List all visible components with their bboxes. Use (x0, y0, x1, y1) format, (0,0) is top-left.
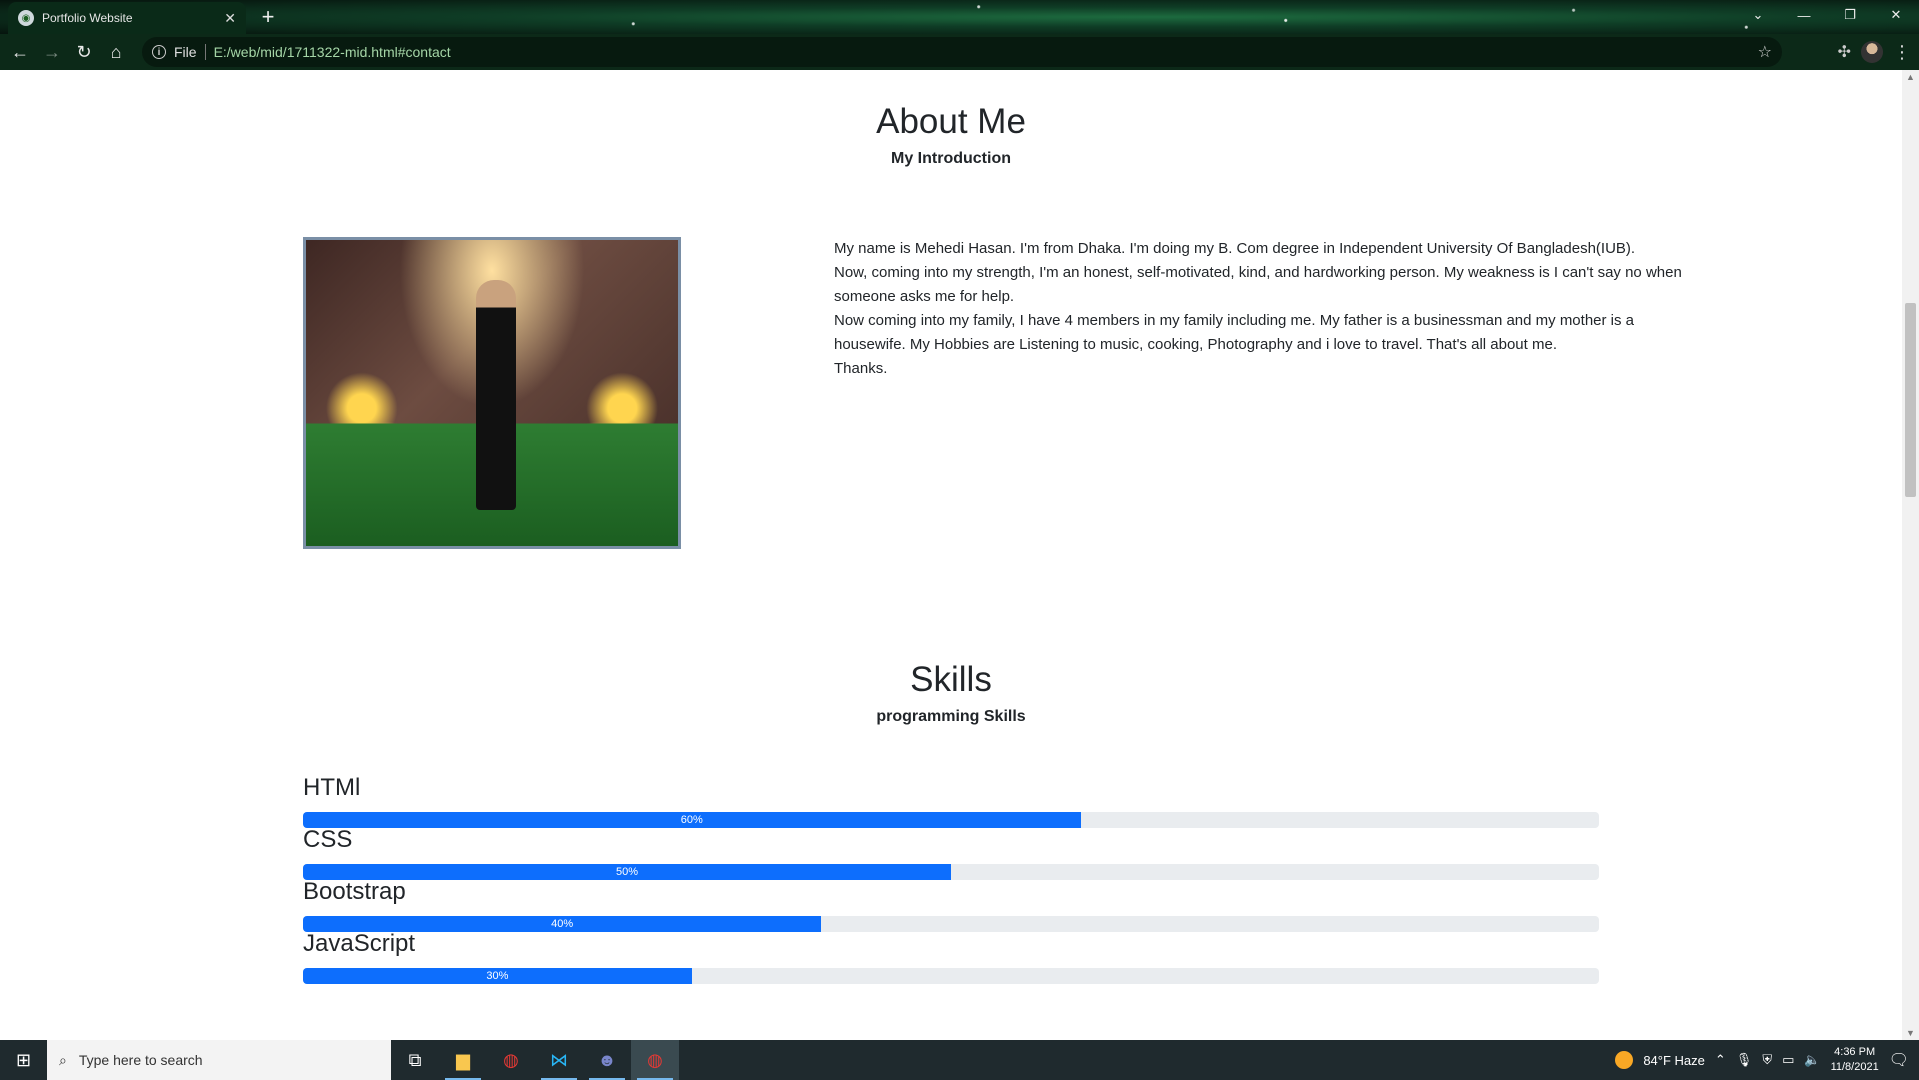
url-text[interactable]: E:/web/mid/1711322-mid.html#contact (214, 44, 451, 60)
weather-text[interactable]: 84°F Haze (1643, 1053, 1705, 1068)
taskbar-search-box[interactable]: ⌕ Type here to search (47, 1040, 391, 1080)
page-scrollbar[interactable]: ▲ ▼ (1902, 70, 1919, 1040)
scroll-up-arrow-icon[interactable]: ▲ (1906, 72, 1915, 82)
person-figure (476, 280, 516, 510)
restore-button[interactable]: ❐ (1827, 0, 1873, 30)
windows-taskbar: ⊞ ⌕ Type here to search ⧉ ▆ ◍ ⋈ ☻ ◍ 84°F… (0, 1040, 1919, 1080)
chevron-up-icon[interactable]: ⌃ (1715, 1052, 1726, 1068)
clock[interactable]: 4:36 PM 11/8/2021 (1831, 1045, 1879, 1075)
about-subtitle: My Introduction (891, 150, 1011, 167)
extensions-puzzle-icon[interactable]: ✣ (1838, 42, 1851, 62)
skill-name-html: HTMl (303, 774, 361, 801)
profile-avatar[interactable] (1861, 41, 1883, 63)
skills-title: Skills (910, 660, 992, 699)
tab-search-icon[interactable]: ⌄ (1735, 0, 1781, 30)
bookmark-star-icon[interactable]: ☆ (1758, 42, 1772, 62)
about-text: My name is Mehedi Hasan. I'm from Dhaka.… (834, 237, 1709, 381)
minimize-button[interactable]: — (1781, 0, 1827, 30)
network-icon[interactable]: ▭ (1782, 1052, 1794, 1068)
profile-photo (303, 237, 681, 549)
about-paragraph: Now coming into my family, I have 4 memb… (834, 312, 1635, 353)
volume-icon[interactable]: 🔈 (1804, 1052, 1820, 1068)
system-tray: 84°F Haze ⌃ 🎙 ⛨ ▭ 🔈 4:36 PM 11/8/2021 🗨 (1615, 1040, 1919, 1080)
back-arrow-icon[interactable]: ← (4, 36, 36, 68)
close-window-button[interactable]: ✕ (1873, 0, 1919, 30)
globe-icon: ◉ (18, 10, 34, 26)
windows-start-icon[interactable]: ⊞ (0, 1040, 47, 1080)
chrome-profile-icon[interactable]: ◍ (631, 1040, 679, 1080)
close-tab-icon[interactable]: ✕ (224, 10, 236, 27)
security-shield-icon[interactable]: ⛨ (1762, 1052, 1772, 1068)
progress-bootstrap: 40% (303, 916, 1599, 932)
toolbar-right-actions: ✣ ⋮ (1838, 37, 1911, 67)
progress-bar-javascript: 30% (303, 968, 692, 984)
page-viewport: About Me My Introduction My name is Mehe… (0, 70, 1902, 1040)
clock-time: 4:36 PM (1834, 1046, 1876, 1058)
url-scheme-label: File (174, 44, 197, 60)
progress-bar-html: 60% (303, 812, 1081, 828)
about-paragraph: My name is Mehedi Hasan. I'm from Dhaka.… (834, 240, 1636, 257)
browser-tabstrip: ◉ Portfolio Website ✕ + ⌄ — ❐ ✕ (0, 0, 1919, 34)
new-tab-button[interactable]: + (254, 4, 282, 30)
home-icon[interactable]: ⌂ (100, 36, 132, 68)
notifications-icon[interactable]: 🗨 (1889, 1050, 1909, 1070)
skills-subtitle: programming Skills (876, 708, 1026, 725)
file-explorer-icon[interactable]: ▆ (439, 1040, 487, 1080)
weather-icon[interactable] (1615, 1051, 1634, 1069)
about-title: About Me (876, 102, 1026, 141)
omnibox-separator (204, 44, 206, 60)
reload-icon[interactable]: ↻ (68, 36, 100, 68)
chrome-icon[interactable]: ◍ (487, 1040, 535, 1080)
progress-html: 60% (303, 812, 1599, 828)
about-paragraph: Now, coming into my strength, I'm an hon… (834, 264, 1682, 305)
more-menu-icon[interactable]: ⋮ (1893, 42, 1911, 63)
clock-date: 11/8/2021 (1830, 1061, 1879, 1073)
scroll-down-arrow-icon[interactable]: ▼ (1906, 1028, 1915, 1038)
progress-javascript: 30% (303, 968, 1599, 984)
tab-portfolio-website[interactable]: ◉ Portfolio Website ✕ (8, 2, 246, 34)
vscode-icon[interactable]: ⋈ (535, 1040, 583, 1080)
skill-name-javascript: JavaScript (303, 930, 416, 957)
discord-icon[interactable]: ☻ (583, 1040, 631, 1080)
address-bar[interactable]: i File E:/web/mid/1711322-mid.html#conta… (142, 37, 1782, 67)
browser-toolbar: ← → ↻ ⌂ i File E:/web/mid/1711322-mid.ht… (0, 34, 1919, 70)
scroll-thumb[interactable] (1905, 303, 1916, 497)
search-placeholder: Type here to search (78, 1052, 203, 1068)
tab-title: Portfolio Website (42, 11, 133, 25)
info-icon[interactable]: i (152, 45, 166, 59)
about-paragraph: Thanks. (834, 360, 888, 377)
progress-css: 50% (303, 864, 1599, 880)
forward-arrow-icon[interactable]: → (36, 36, 68, 68)
search-icon: ⌕ (59, 1051, 67, 1068)
skill-name-css: CSS (303, 826, 353, 853)
microphone-icon[interactable]: 🎙 (1736, 1052, 1753, 1068)
skill-name-bootstrap: Bootstrap (303, 878, 406, 905)
task-view-icon[interactable]: ⧉ (391, 1040, 439, 1080)
